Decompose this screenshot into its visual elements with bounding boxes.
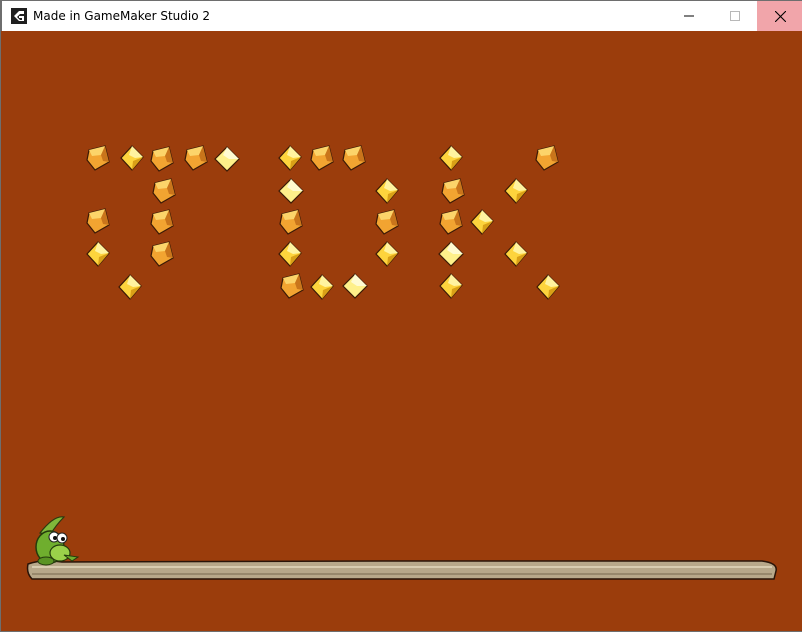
game-canvas[interactable] — [2, 31, 802, 631]
minimize-button[interactable] — [666, 1, 712, 31]
window-title: Made in GameMaker Studio 2 — [33, 9, 211, 23]
gamemaker-icon — [11, 8, 27, 24]
game-window: Made in GameMaker Studio 2 — [0, 0, 802, 632]
maximize-button[interactable] — [712, 1, 758, 31]
title-bar[interactable]: Made in GameMaker Studio 2 — [1, 0, 802, 31]
close-button[interactable] — [757, 1, 802, 31]
player-frog — [35, 516, 80, 566]
close-icon — [774, 10, 786, 22]
maximize-icon — [730, 11, 740, 21]
minimize-icon — [684, 15, 694, 17]
